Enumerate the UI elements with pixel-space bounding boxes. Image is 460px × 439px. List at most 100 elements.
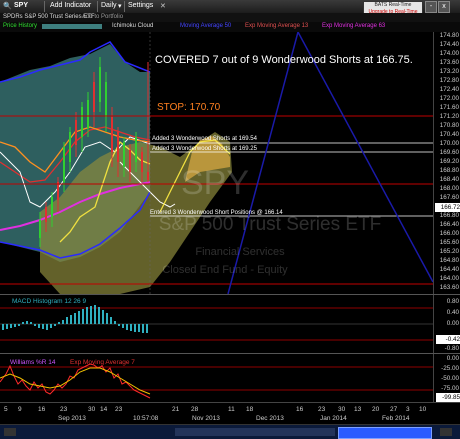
- stop-annotation: STOP: 170.70: [157, 102, 221, 113]
- price-tick: 168.40: [439, 176, 459, 183]
- macd-current-label: -0.42: [436, 335, 460, 344]
- time-tick: 10: [419, 406, 427, 413]
- williams-tick: 0.00: [446, 355, 459, 362]
- navigator-right-handle[interactable]: [440, 428, 452, 436]
- time-tick: 27: [390, 406, 398, 413]
- watermark-industry: Closed End Fund - Equity: [162, 264, 288, 276]
- time-tick: Feb 2014: [382, 415, 410, 422]
- minimize-button[interactable]: -: [425, 1, 437, 13]
- added1-annotation: Added 3 Wonderwood Shorts at 169.54: [152, 136, 258, 142]
- time-tick: 23: [115, 406, 123, 413]
- bats-line1: BATS Real-Time: [374, 2, 412, 8]
- price-tick: 171.20: [439, 113, 459, 120]
- williams-tick: -50.00: [441, 375, 459, 382]
- time-tick: 16: [38, 406, 46, 413]
- time-tick: Sep 2013: [58, 415, 86, 422]
- symbol-field[interactable]: SPY: [14, 2, 28, 9]
- macd-panel[interactable]: MACD Histogram 12 26 9: [0, 295, 433, 353]
- interval-select[interactable]: Daily: [101, 2, 117, 9]
- macd-tick: 0.80: [446, 298, 459, 305]
- price-tick: 169.60: [439, 149, 459, 156]
- ichimoku-legend[interactable]: Ichimoku Cloud: [112, 23, 153, 29]
- time-axis[interactable]: 5 9 16 23 30 Sep 2013 14 23 10:57:08 21 …: [0, 402, 460, 425]
- macd-axis: 0.80 0.40 0.00 -0.42 -0.80: [433, 295, 460, 353]
- watermark-ticker: SPY: [181, 164, 249, 202]
- price-tick: 172.80: [439, 77, 459, 84]
- price-tick: 164.00: [439, 275, 459, 282]
- time-tick: Jan 2014: [320, 415, 347, 422]
- added2-annotation: Added 3 Wonderwood Shorts at 169.25: [152, 146, 258, 152]
- current-price-label: 166.72: [435, 203, 460, 212]
- williams-tick: -75.00: [441, 385, 459, 392]
- close-icon[interactable]: ✕: [160, 2, 166, 10]
- timeline-navigator[interactable]: [0, 424, 460, 439]
- price-tick: 174.00: [439, 50, 459, 57]
- watermark-name: S&P 500 Trust Series ETF: [159, 214, 381, 235]
- price-tick: 169.20: [439, 158, 459, 165]
- price-tick: 172.40: [439, 86, 459, 93]
- williams-ma-label: Exp Moving Average 7: [70, 359, 135, 366]
- time-tick: 9: [18, 406, 22, 413]
- williams-current-label: -99.85: [436, 393, 460, 402]
- toolbar-divider: [124, 1, 125, 12]
- price-tick: 171.60: [439, 104, 459, 111]
- time-tick: 3: [406, 406, 410, 413]
- price-tick: 166.40: [439, 221, 459, 228]
- price-history-swatch: [42, 24, 102, 29]
- williams-panel[interactable]: Williams %R 14 Exp Moving Average 7: [0, 354, 433, 402]
- price-tick: 164.80: [439, 257, 459, 264]
- time-tick: 18: [246, 406, 254, 413]
- time-tick: 28: [191, 406, 199, 413]
- price-tick: 166.80: [439, 212, 459, 219]
- macd-tick: 0.00: [446, 320, 459, 327]
- time-tick: 5: [4, 406, 8, 413]
- price-tick: 174.40: [439, 41, 459, 48]
- time-tick: 30: [338, 406, 346, 413]
- security-name: SPDRs S&P 500 Trust Series ETF: [3, 14, 95, 20]
- ema63-legend[interactable]: Exp Moving Average 63: [322, 23, 385, 29]
- chevron-down-icon[interactable]: ▾: [118, 2, 122, 10]
- price-tick: 168.80: [439, 167, 459, 174]
- price-tick: 168.00: [439, 185, 459, 192]
- close-button[interactable]: x: [438, 1, 450, 13]
- williams-label: Williams %R 14: [10, 359, 56, 366]
- price-tick: 173.60: [439, 59, 459, 66]
- price-tick: 174.80: [439, 32, 459, 39]
- time-tick: 23: [318, 406, 326, 413]
- macd-label: MACD Histogram 12 26 9: [12, 298, 86, 305]
- price-tick: 170.80: [439, 122, 459, 129]
- time-tick: 23: [60, 406, 68, 413]
- navigator-left-handle[interactable]: [4, 428, 16, 436]
- time-tick: 16: [296, 406, 304, 413]
- settings-button[interactable]: Settings: [128, 2, 153, 9]
- price-tick: 173.20: [439, 68, 459, 75]
- price-axis[interactable]: 174.80 174.40 174.00 173.60 173.20 172.8…: [433, 32, 460, 294]
- williams-tick: -25.00: [441, 365, 459, 372]
- price-history-legend[interactable]: Price History: [3, 23, 37, 29]
- time-tick: 20: [372, 406, 380, 413]
- price-tick: 165.60: [439, 239, 459, 246]
- add-indicator-button[interactable]: Add Indicator: [50, 2, 91, 9]
- add-portfolio-link[interactable]: Add to Portfolio: [82, 14, 123, 20]
- time-tick: 30: [88, 406, 96, 413]
- price-tick: 165.20: [439, 248, 459, 255]
- navigator-window[interactable]: [338, 427, 432, 439]
- toolbar-divider: [44, 1, 45, 12]
- crosshair-time: 10:57:08: [133, 415, 159, 422]
- price-tick: 170.00: [439, 140, 459, 147]
- time-tick: Dec 2013: [256, 415, 284, 422]
- time-tick: 21: [172, 406, 180, 413]
- price-tick: 166.00: [439, 230, 459, 237]
- price-tick: 167.60: [439, 194, 459, 201]
- price-tick: 172.00: [439, 95, 459, 102]
- search-icon[interactable]: 🔍: [3, 2, 12, 10]
- price-chart[interactable]: SPY S&P 500 Trust Series ETF Financial S…: [0, 32, 433, 294]
- macd-tick: -0.80: [444, 345, 459, 352]
- ema13-legend[interactable]: Exp Moving Average 13: [245, 23, 308, 29]
- toolbar-divider: [97, 1, 98, 12]
- indicator-bar: Price History Ichimoku Cloud Moving Aver…: [0, 22, 460, 32]
- navigator-track: [175, 428, 335, 436]
- time-tick: 11: [228, 406, 235, 413]
- entered-annotation: Entered 3 Wonderwood Short Positions @ 1…: [150, 210, 283, 216]
- ma-legend[interactable]: Moving Average 50: [180, 23, 231, 29]
